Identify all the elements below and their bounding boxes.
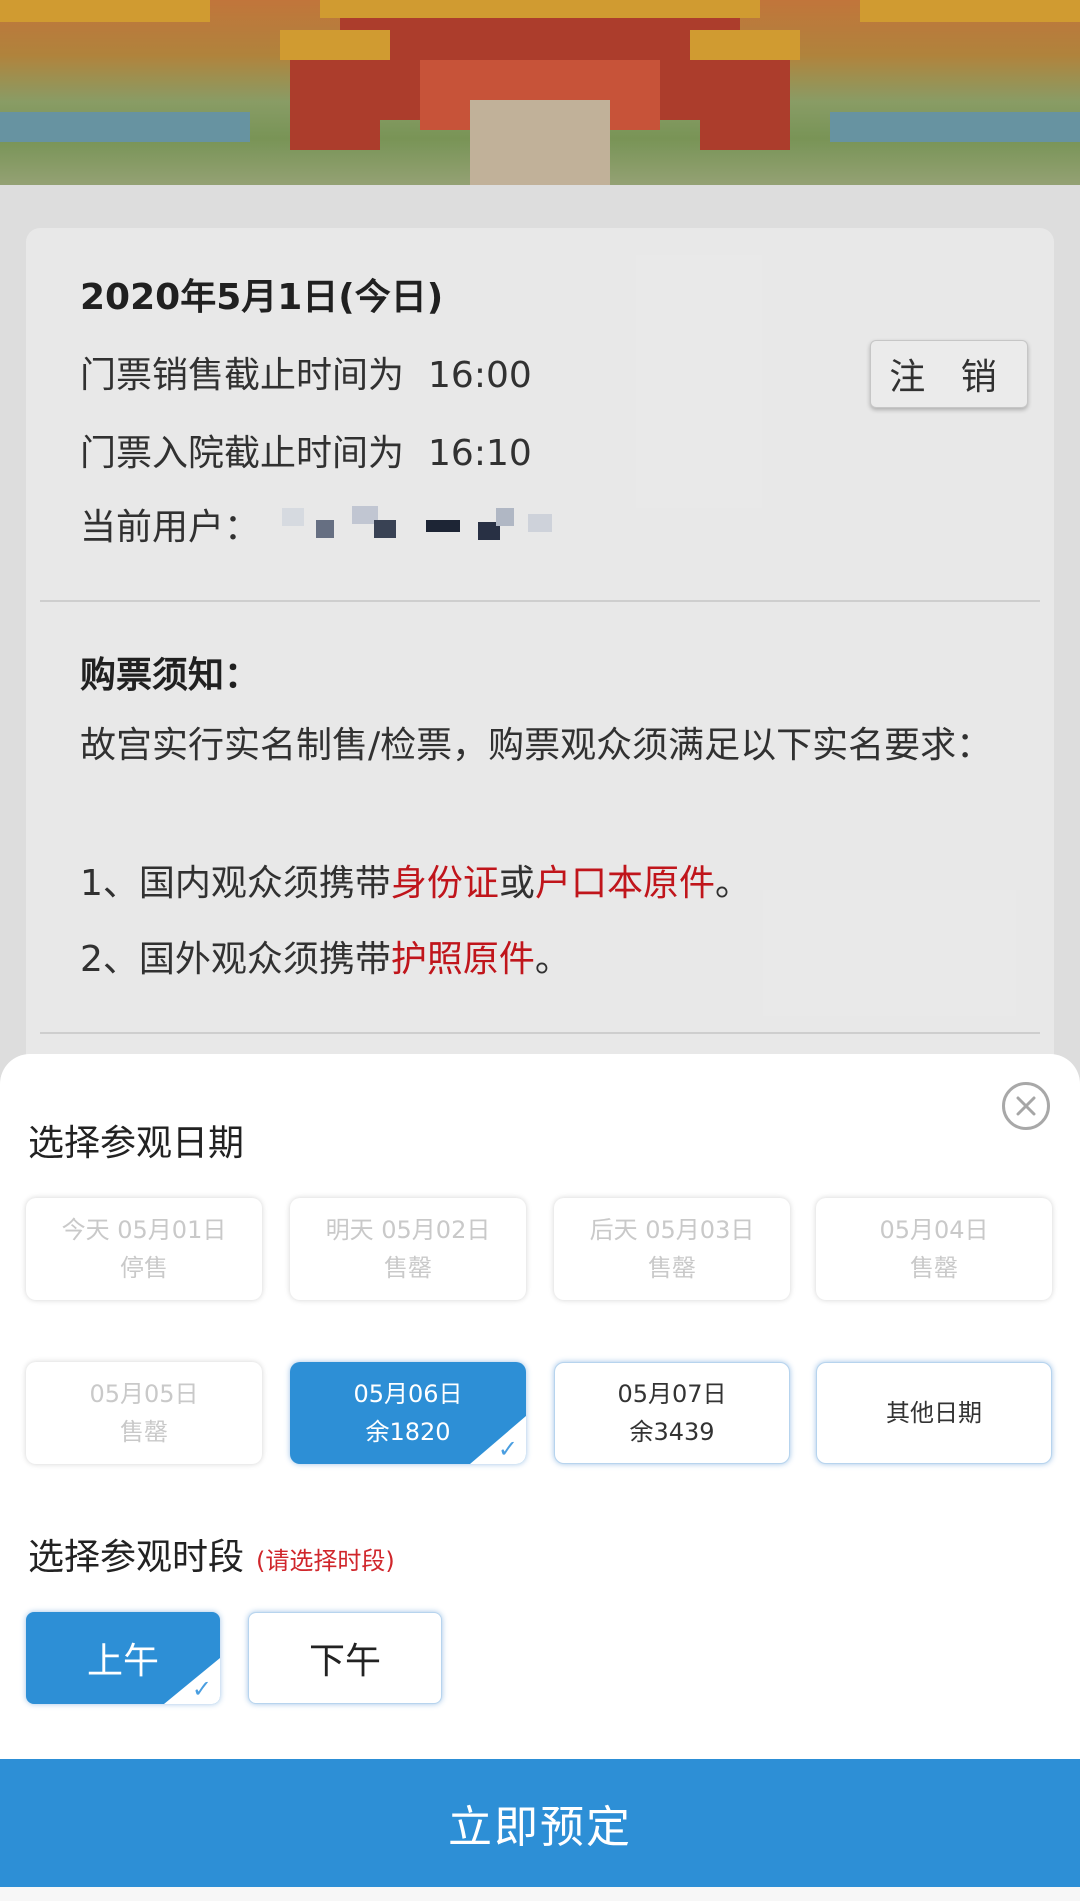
date-option-05-03: 后天 05月03日 售罄: [554, 1198, 790, 1300]
current-user-name-redacted: [282, 498, 582, 552]
notice-title: 购票须知：: [80, 655, 261, 696]
notice-item-2: 2、国外观众须携带护照原件。: [80, 930, 571, 982]
notice-item-1: 1、国内观众须携带身份证或户口本原件。: [80, 854, 751, 906]
id-card-highlight: 身份证: [390, 863, 499, 904]
passport-highlight: 护照原件: [390, 939, 535, 980]
date-option-05-06-selected[interactable]: 05月06日 余1820 ✓: [290, 1362, 526, 1464]
entry-cutoff-label: 门票入院截止时间为: [80, 433, 405, 474]
sale-cutoff-label: 门票销售截止时间为: [80, 355, 405, 396]
notice-item-1-or: 或: [498, 863, 535, 904]
sale-cutoff-row: 门票销售截止时间为 16:00: [80, 346, 532, 398]
date-option-05-05: 05月05日 售罄: [26, 1362, 262, 1464]
date-option-status: 售罄: [384, 1254, 432, 1282]
bottom-safe-area: [0, 1887, 1080, 1901]
slot-afternoon[interactable]: 下午: [248, 1612, 442, 1704]
date-option-05-04: 05月04日 售罄: [816, 1198, 1052, 1300]
other-dates-label: 其他日期: [886, 1399, 982, 1427]
other-dates-button[interactable]: 其他日期: [816, 1362, 1052, 1464]
notice-item-1-period: 。: [714, 863, 751, 904]
date-option-status: 售罄: [120, 1418, 168, 1446]
notice-item-1-text: 1、国内观众须携带: [80, 863, 391, 904]
divider: [40, 600, 1040, 602]
notice-body: 故宫实行实名制售/检票，购票观众须满足以下实名要求：: [80, 725, 993, 766]
date-option-remaining: 余3439: [629, 1418, 715, 1446]
check-icon: ✓: [191, 1675, 212, 1703]
date-option-05-02: 明天 05月02日 售罄: [290, 1198, 526, 1300]
slot-label: 上午: [86, 1641, 159, 1682]
date-option-date: 05月04日: [879, 1216, 989, 1244]
current-user-row: 当前用户：: [80, 498, 260, 550]
time-slot-hint: (请选择时段): [256, 1547, 395, 1575]
date-option-date: 05月05日: [89, 1380, 199, 1408]
logout-button[interactable]: 注 销: [870, 340, 1028, 408]
date-option-status: 售罄: [910, 1254, 958, 1282]
date-option-date: 05月06日: [353, 1380, 463, 1408]
date-option-status: 售罄: [648, 1254, 696, 1282]
sale-cutoff-time: 16:00: [428, 355, 532, 396]
time-slot-heading-text: 选择参观时段: [28, 1537, 245, 1578]
divider: [40, 1032, 1040, 1034]
date-option-date: 今天 05月01日: [61, 1216, 227, 1244]
date-option-remaining: 余1820: [365, 1418, 451, 1446]
time-slot-heading: 选择参观时段 (请选择时段): [28, 1528, 395, 1580]
date-option-date: 05月07日: [617, 1380, 727, 1408]
date-option-05-07[interactable]: 05月07日 余3439: [554, 1362, 790, 1464]
current-user-label: 当前用户：: [80, 507, 261, 548]
slot-morning-selected[interactable]: 上午 ✓: [26, 1612, 220, 1704]
date-option-date: 后天 05月03日: [589, 1216, 755, 1244]
check-icon: ✓: [497, 1435, 518, 1463]
close-circle-icon[interactable]: [1002, 1082, 1050, 1130]
entry-cutoff-row: 门票入院截止时间为 16:10: [80, 424, 532, 476]
date-option-status: 停售: [120, 1254, 168, 1282]
visit-date-title: 2020年5月1日(今日): [80, 277, 444, 318]
entry-cutoff-time: 16:10: [428, 433, 532, 474]
notice-item-2-text: 2、国外观众须携带: [80, 939, 391, 980]
slot-label: 下午: [308, 1641, 381, 1682]
date-option-05-01: 今天 05月01日 停售: [26, 1198, 262, 1300]
date-section-heading: 选择参观日期: [28, 1123, 245, 1164]
notice-item-2-period: 。: [534, 939, 571, 980]
date-option-date: 明天 05月02日: [325, 1216, 491, 1244]
book-now-button[interactable]: 立即预定: [0, 1759, 1080, 1887]
ticket-info-card: 2020年5月1日(今日) 门票销售截止时间为 16:00 门票入院截止时间为 16…: [26, 228, 1054, 1108]
household-register-highlight: 户口本原件: [534, 863, 715, 904]
hero-banner-image: [0, 0, 1080, 185]
